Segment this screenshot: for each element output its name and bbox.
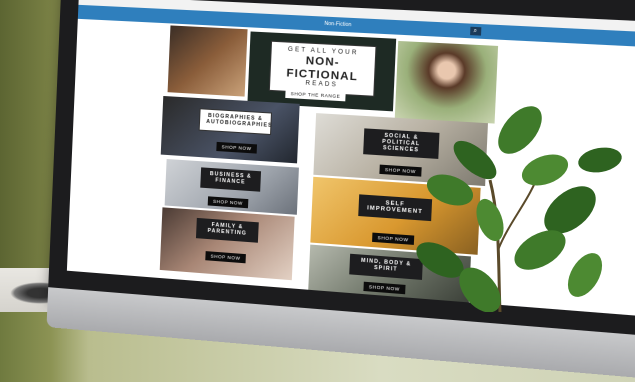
hero-line-2: NON-FICTIONAL	[277, 53, 369, 84]
category-label: BUSINESS & FINANCE	[200, 167, 261, 191]
category-label: BIOGRAPHIES & AUTOBIOGRAPHIES	[199, 108, 272, 134]
nav-label[interactable]: Non-Fiction	[324, 21, 351, 29]
category-tile-business[interactable]: BUSINESS & FINANCE SHOP NOW	[165, 159, 299, 215]
search-icon[interactable]: ⌕	[470, 27, 481, 36]
shop-the-range-button[interactable]: SHOP THE RANGE	[285, 89, 346, 102]
category-tile-family[interactable]: FAMILY & PARENTING SHOP NOW	[160, 207, 295, 280]
hero-banner[interactable]: GET ALL YOUR NON-FICTIONAL READS SHOP TH…	[247, 31, 396, 111]
category-label: FAMILY & PARENTING	[196, 218, 259, 242]
hero-photo-left	[168, 25, 248, 96]
category-tile-biographies[interactable]: BIOGRAPHIES & AUTOBIOGRAPHIES SHOP NOW	[161, 96, 300, 163]
plant	[380, 100, 635, 312]
shop-now-button[interactable]: SHOP NOW	[216, 142, 257, 154]
shop-now-button[interactable]: SHOP NOW	[208, 196, 249, 208]
shop-now-button[interactable]: SHOP NOW	[205, 251, 246, 263]
